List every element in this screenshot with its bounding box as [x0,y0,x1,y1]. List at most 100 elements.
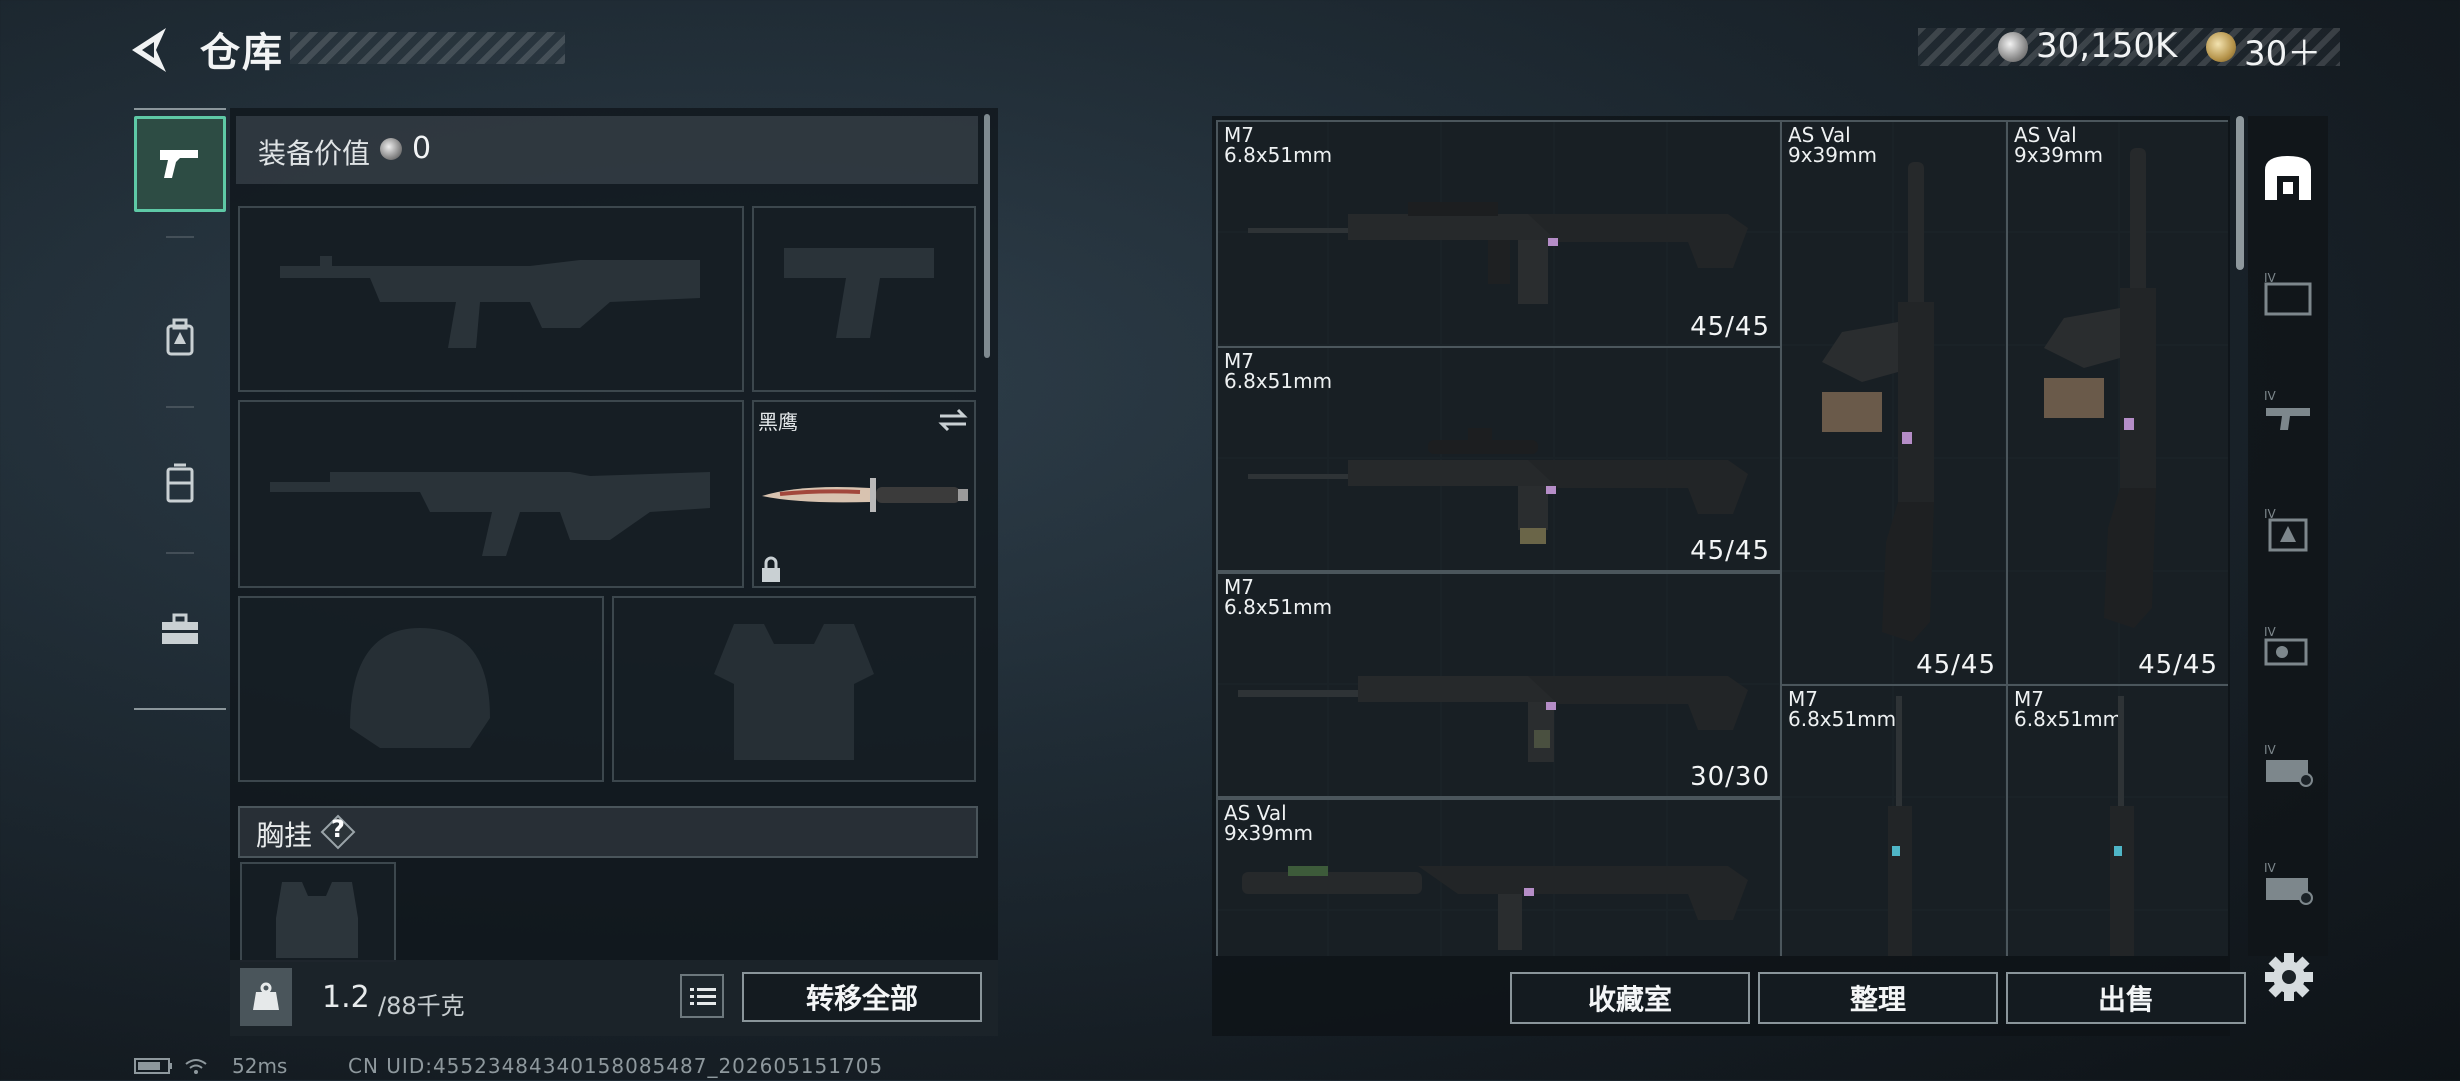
battery-wifi-icons [134,1058,207,1074]
rifle-icon [1238,676,1748,762]
weight-max: /88千克 [378,992,465,1020]
ping-value: 52ms [232,1054,288,1078]
equipment-value: 0 [412,131,432,166]
stash-item[interactable]: M7 6.8x51mm [1780,684,2008,956]
svg-text:IV: IV [2264,625,2277,639]
helmet-slot[interactable] [238,596,604,782]
sell-button[interactable]: 出售 [2006,972,2246,1024]
ammo-category-icon: IV [2264,861,2313,905]
armor-silhouette-icon [714,624,874,760]
pistol-slot[interactable] [752,206,976,392]
title-decoration [290,32,565,64]
rifle-vertical-icon [2110,696,2134,956]
backpack-icon [166,318,194,356]
stash-item[interactable]: M7 6.8x51mm 45/45 [1216,346,1782,572]
rifle-icon [1242,866,1748,950]
weight-icon [253,982,279,1010]
body-armor-slot[interactable] [612,596,976,782]
knife-icon [762,478,968,512]
swap-icon[interactable] [938,408,968,432]
gold-balance[interactable]: 30＋ [2244,26,2321,75]
stash-item[interactable]: AS Val 9x39mm 45/45 [1780,120,2008,686]
chest-rig-icon [166,463,194,503]
pistol-icon [160,150,198,178]
item-ammo: 45/45 [1690,312,1770,342]
filter-tab-1[interactable]: IV [2252,248,2324,338]
nav-divider [134,108,226,110]
secondary-weapon-slot[interactable] [238,400,744,588]
filter-tab-4[interactable]: IV [2252,602,2324,692]
rifle-vertical-icon [2044,148,2156,628]
filter-all[interactable] [2252,132,2324,222]
list-icon [690,988,716,1005]
loadout-scrollbar[interactable] [984,114,990,358]
item-ammo: 30/30 [1690,762,1770,792]
silver-coin-icon [1998,32,2028,62]
gear-category-icon: IV [2264,625,2308,666]
transfer-all-button[interactable]: 转移全部 [742,972,982,1022]
stash-scrollbar[interactable] [2236,116,2244,270]
nav-separator [166,236,194,238]
settings-button[interactable] [2260,948,2318,1006]
nav-tab-rig[interactable] [134,436,226,532]
item-ammo: 45/45 [1916,650,1996,680]
storage-icon [2265,156,2311,200]
sort-button[interactable]: 整理 [1758,972,1998,1024]
chest-rig-silhouette-icon [276,882,358,958]
nav-tab-toolbox[interactable] [134,582,226,678]
silver-coin-icon [380,138,402,160]
filter-tab-3[interactable]: IV [2252,484,2324,574]
system-status [134,1054,220,1081]
filter-tab-2[interactable]: IV [2252,366,2324,456]
filter-tab-5[interactable]: IV [2252,720,2324,810]
rifle-silhouette-icon [280,256,700,348]
rifle-silhouette-icon [270,472,710,556]
rifle-vertical-icon [1888,696,1912,956]
page-title: 仓库 [200,30,284,76]
back-button[interactable] [128,24,180,76]
primary-weapon-slot[interactable] [238,206,744,392]
user-id: CN UID:4552348434015808548​7_20260515170… [348,1054,884,1078]
svg-text:IV: IV [2264,389,2277,403]
rifle-icon [1248,202,1748,304]
stash-grid: M7 6.8x51mm 45/45 M7 6.8x51mm 45/45 M7 6… [1216,120,2228,956]
back-arrow-icon [132,28,166,72]
equipment-value-label: 装备价值 [258,137,371,170]
helmet-silhouette-icon [350,628,490,748]
help-glyph: ? [331,815,345,843]
nav-tab-backpack[interactable] [134,290,226,386]
nav-separator [166,552,194,554]
rifle-category-icon: IV [2264,389,2310,430]
stash-item[interactable]: AS Val 9x39mm [1216,798,1782,956]
gold-coin-icon [2206,32,2236,62]
item-ammo: 45/45 [1690,536,1770,566]
gear-icon [2265,953,2313,1001]
stash-item[interactable]: M7 6.8x51mm [2006,684,2228,956]
silver-balance: 30,150K [2036,26,2178,66]
collection-room-button[interactable]: 收藏室 [1510,972,1750,1024]
list-view-button[interactable] [680,974,724,1018]
nav-divider [134,708,226,710]
weight-current: 1.2 [322,980,370,1015]
svg-text:IV: IV [2264,861,2277,875]
folder-icon: IV [2264,271,2312,316]
rifle-icon [1248,428,1748,544]
nav-tab-weapons[interactable] [134,116,226,212]
equipment-category-icon: IV [2264,507,2308,552]
lock-icon [762,556,780,582]
chest-rig-slot[interactable] [240,862,396,962]
stash-item[interactable]: AS Val 9x39mm 45/45 [2006,120,2228,686]
toolbox-icon [162,613,198,644]
medical-category-icon: IV [2264,743,2313,787]
filter-tab-6[interactable]: IV [2252,838,2324,928]
weight-icon-box [240,968,292,1026]
chest-rig-label: 胸挂 [256,819,313,852]
stash-item[interactable]: M7 6.8x51mm 30/30 [1216,572,1782,798]
rifle-vertical-icon [1822,162,1934,642]
nav-separator [166,406,194,408]
item-ammo: 45/45 [2138,650,2218,680]
pistol-silhouette-icon [784,248,934,338]
melee-item-name: 黑鹰 [758,410,798,434]
svg-text:IV: IV [2264,743,2277,757]
stash-item[interactable]: M7 6.8x51mm 45/45 [1216,120,1782,348]
